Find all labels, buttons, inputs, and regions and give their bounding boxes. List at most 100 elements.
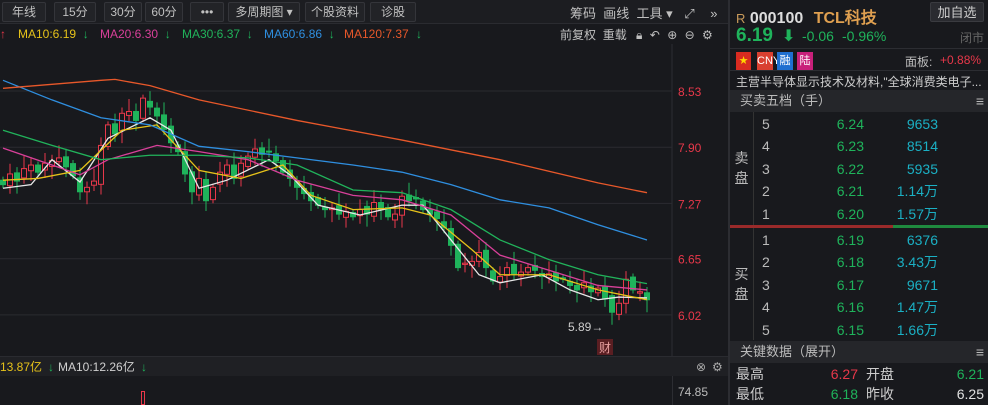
lock-icon[interactable]: 🔒︎ <box>636 28 642 42</box>
price: 6.16 <box>836 299 864 316</box>
low-price-annotation: 5.89→ <box>568 320 603 334</box>
candle <box>203 171 209 211</box>
key-label: 最高 <box>736 366 764 382</box>
ma-legend-item: MA120:7.37 <box>344 27 409 41</box>
draw-line-button[interactable]: 画线 <box>603 6 629 21</box>
candle <box>147 91 153 116</box>
chart-tools: 筹码 画线 工具 ▾ ⤢ » <box>570 3 718 22</box>
candle <box>476 239 482 268</box>
order-book-title: 买卖五档（手） <box>740 93 832 108</box>
level: 2 <box>762 254 770 271</box>
level: 2 <box>762 183 770 200</box>
candle <box>609 289 615 325</box>
ma-legend-item: MA30:6.37 <box>182 27 241 41</box>
buy-order-row[interactable]: 2 6.18 3.43万 <box>754 251 988 273</box>
candle <box>210 183 216 204</box>
price: 6.18 <box>836 254 864 271</box>
sell-order-row[interactable]: 1 6.20 1.57万 <box>754 203 988 225</box>
buy-order-row[interactable]: 3 6.17 9671 <box>754 274 988 296</box>
china-flag-icon: ★ <box>736 52 751 70</box>
toolbar-button-7[interactable]: 诊股 <box>370 2 416 22</box>
candle <box>217 161 223 193</box>
candle <box>511 251 517 280</box>
key-value: 6.27 <box>830 366 858 382</box>
gear-icon[interactable]: ⚙ <box>702 28 713 42</box>
double-chevron-right-icon[interactable]: » <box>710 6 717 21</box>
candle <box>385 203 391 221</box>
volume: 1.66万 <box>896 321 938 338</box>
y-tick-label: 6.65 <box>678 253 702 267</box>
candle <box>616 290 622 321</box>
ma-legend-item: MA60:6.86 <box>264 27 323 41</box>
sell-order-row[interactable]: 4 6.23 8514 <box>754 135 988 157</box>
buy-order-row[interactable]: 4 6.16 1.47万 <box>754 296 988 318</box>
key-value: 6.21 <box>956 366 984 382</box>
arrow-down-icon: ↓ <box>164 27 171 41</box>
candle <box>28 157 34 182</box>
volume-value: 13.87亿 <box>0 360 43 374</box>
key-data-header[interactable]: 关键数据（展开） ≡ <box>730 341 988 363</box>
add-watchlist-button[interactable]: 加自选 <box>930 2 984 22</box>
reload-button[interactable]: 重载 <box>603 28 627 42</box>
menu-icon[interactable]: ≡ <box>976 341 984 363</box>
volume-pane: 74.85 <box>0 376 728 405</box>
toolbar-button-0[interactable]: 年线 <box>2 2 46 22</box>
stock-description[interactable]: 主营半导体显示技术及材料,"全球消费类电子... <box>736 73 986 90</box>
expand-icon[interactable]: ⤢ <box>684 6 694 21</box>
close-icon[interactable]: ⊗ <box>696 357 706 377</box>
toolbar-button-6[interactable]: 个股资料 <box>305 2 365 22</box>
sell-order-row[interactable]: 2 6.21 1.14万 <box>754 180 988 202</box>
level: 5 <box>762 116 770 132</box>
key-label: 昨收 <box>866 386 894 402</box>
candle <box>189 166 195 205</box>
undo-icon[interactable]: ↶ <box>650 28 660 42</box>
arrow-down-icon: ↓ <box>141 360 147 374</box>
volume-bar <box>141 391 145 405</box>
gear-icon[interactable]: ⚙ <box>712 357 723 377</box>
order-book-header[interactable]: 买卖五档（手） ≡ <box>730 90 988 112</box>
candle <box>14 167 20 194</box>
sell-order-row[interactable]: 5 6.24 9653 <box>754 113 988 135</box>
toolbar-button-1[interactable]: 15分 <box>54 2 96 22</box>
ma-legend-item: MA10:6.19 <box>18 27 77 41</box>
adjust-button[interactable]: 前复权 <box>560 28 596 42</box>
chips-button[interactable]: 筹码 <box>570 6 596 21</box>
tools-dropdown[interactable]: 工具 ▾ <box>637 6 673 21</box>
zoom-in-icon[interactable]: ⊕ <box>667 28 677 42</box>
toolbar-button-3[interactable]: 60分 <box>145 2 183 22</box>
zoom-out-icon[interactable]: ⊖ <box>685 28 695 42</box>
level: 1 <box>762 205 770 222</box>
buy-order-row[interactable]: 5 6.15 1.66万 <box>754 319 988 341</box>
sell-order-row[interactable]: 3 6.22 5935 <box>754 158 988 180</box>
price: 6.20 <box>836 205 864 222</box>
price: 6.21 <box>836 183 864 200</box>
kline-chart[interactable]: 8.53 7.90 7.27 6.65 6.02 5.89→ 财 <box>0 44 728 356</box>
cny-badge: CNY <box>757 52 780 70</box>
buy-order-row[interactable]: 1 6.19 6376 <box>754 229 988 251</box>
price: 6.23 <box>836 138 864 155</box>
financial-report-marker: 财 <box>599 341 611 355</box>
buy-sell-ratio-bar <box>730 225 988 228</box>
stock-name: TCL科技 <box>813 10 877 27</box>
y-tick-label: 7.27 <box>678 197 702 211</box>
candle <box>399 190 405 228</box>
candle <box>525 264 531 276</box>
menu-icon[interactable]: ≡ <box>976 90 984 112</box>
candle <box>336 193 342 220</box>
toolbar-button-5[interactable]: 多周期图 ▾ <box>228 2 300 22</box>
key-value: 6.18 <box>830 386 858 402</box>
price-change-pct: -0.96% <box>842 28 887 44</box>
candle <box>84 181 90 205</box>
stock-prefix: R <box>736 11 746 26</box>
price: 6.19 <box>836 232 864 248</box>
y-tick-label: 6.02 <box>678 309 702 323</box>
toolbar-button-4[interactable]: ••• <box>190 2 224 22</box>
level: 3 <box>762 276 770 293</box>
toolbar-button-2[interactable]: 30分 <box>104 2 142 22</box>
quote-panel: R 000100 TCL科技 加自选 6.19 ⬇ -0.06 -0.96% 闭… <box>728 0 988 405</box>
candle <box>455 240 461 272</box>
level: 1 <box>762 232 770 248</box>
candle <box>413 189 419 210</box>
price: 6.22 <box>836 160 864 177</box>
last-price: 6.19 <box>736 25 773 46</box>
